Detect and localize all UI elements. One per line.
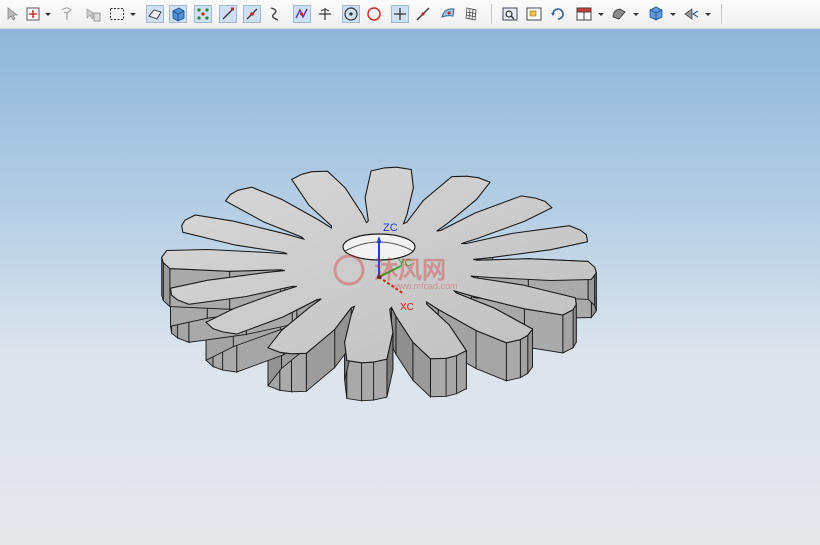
edge-display-dropdown[interactable] [704,5,712,23]
gear-side-face[interactable] [527,327,533,375]
select-dropdown[interactable] [129,5,137,23]
gear-side-face[interactable] [572,302,577,350]
face-select-button[interactable] [146,5,164,23]
render-style-button[interactable] [610,5,628,23]
gear-side-face[interactable] [430,357,447,398]
perpendicular-button[interactable] [316,5,334,23]
grid-icon [465,7,477,21]
watermark-text: 沐风网 [374,256,446,284]
gear-side-face[interactable] [162,261,171,308]
arc-center-button[interactable] [342,5,360,23]
snap-dropdown[interactable] [44,5,52,23]
gear-side-face[interactable] [505,339,521,382]
point-grid-icon [197,8,209,20]
rotate-button[interactable] [549,5,567,23]
point-on-surface-button[interactable] [439,5,457,23]
rotate-icon [551,8,564,20]
lasso-button[interactable] [58,5,76,23]
x-axis-label: XC [400,302,414,313]
toolbar-separator [491,4,492,24]
arrow-filter-icon [7,7,19,21]
deselect-button[interactable] [84,5,102,23]
quadrant-icon [367,7,381,21]
model-canvas[interactable]: ZC YC XC 沐风网 www.mfcad.com [0,29,820,545]
edge-display-icon [684,8,699,20]
lasso-icon [61,7,72,20]
arc-center-icon [344,7,358,21]
deselect-icon [86,8,101,22]
gear-side-face[interactable] [346,360,363,402]
z-axis-label: ZC [383,222,398,234]
point-snap-button[interactable] [194,5,212,23]
main-toolbar [0,0,820,29]
gear-side-face[interactable] [361,361,375,402]
orient-view-dropdown[interactable] [669,5,677,23]
edge-display-button[interactable] [682,5,700,23]
solid-body-icon [172,7,185,22]
graphics-viewport[interactable]: ZC YC XC 沐风网 www.mfcad.com [0,29,820,545]
watermark-url: www.mfcad.com [391,281,458,291]
render-style-icon [612,8,626,20]
quadrant-button[interactable] [365,5,383,23]
layout-button[interactable] [575,5,593,23]
gear-side-face[interactable] [290,352,307,393]
snap-point-icon [26,7,40,21]
point-on-curve-button[interactable] [414,5,432,23]
gear-side-face[interactable] [562,308,574,354]
existing-point-icon [394,8,406,20]
gear-side-face[interactable] [373,358,388,401]
end-point-icon [222,7,234,20]
curve-icon [270,7,279,21]
point-on-surface-icon [441,8,455,18]
rectangle-select-button[interactable] [108,5,126,23]
body-select-button[interactable] [169,5,187,23]
face-icon [148,9,162,20]
select-filter-button[interactable] [4,5,22,23]
gear-side-face[interactable] [161,257,164,301]
snap-point-button[interactable] [25,5,43,23]
point-on-curve-icon [416,7,430,21]
gear-side-face[interactable] [519,334,529,379]
mid-point-button[interactable] [243,5,261,23]
fit-view-button[interactable] [501,5,519,23]
fit-view-icon [502,7,518,21]
end-point-button[interactable] [219,5,237,23]
existing-point-button[interactable] [391,5,409,23]
curve-button[interactable] [266,5,284,23]
zoom-button[interactable] [525,5,543,23]
perpendicular-icon [319,8,331,20]
intersection-icon [295,8,308,19]
gear-side-face[interactable] [456,349,467,395]
toolbar-separator [721,4,722,24]
zoom-icon [526,7,542,21]
layout-icon [576,7,592,21]
rectangle-select-icon [110,8,124,20]
orient-view-button[interactable] [647,5,665,23]
mid-point-icon [246,8,258,20]
layout-dropdown[interactable] [597,5,605,23]
grid-button[interactable] [462,5,480,23]
orient-view-icon [649,6,663,21]
intersection-button[interactable] [293,5,311,23]
gear-side-face[interactable] [445,355,458,397]
render-style-dropdown[interactable] [632,5,640,23]
